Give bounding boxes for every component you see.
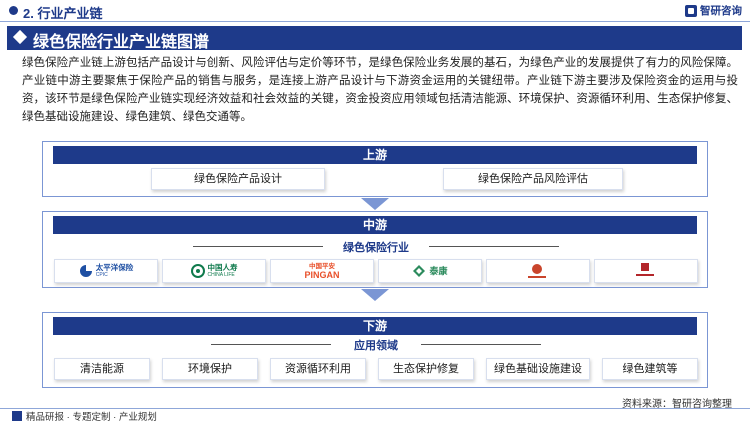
company-sub: CPIC	[95, 272, 108, 278]
brand: 智研咨询	[685, 3, 742, 18]
company-logo-picc	[594, 259, 698, 283]
cpic-logo-icon	[79, 265, 92, 277]
insurer-logo-icon	[527, 264, 546, 278]
footer: 精品研报 · 专题定制 · 产业规划	[12, 409, 157, 421]
subheading-rule	[193, 246, 323, 247]
top-bar: 2. 行业产业链 智研咨询	[0, 0, 750, 22]
midstream-subheading-text: 绿色保险行业	[343, 242, 409, 254]
brand-name: 智研咨询	[700, 5, 742, 17]
midstream-subheading: 绿色保险行业	[43, 239, 709, 255]
subheading-rule	[429, 246, 559, 247]
brand-logo-icon	[685, 4, 697, 17]
top-divider	[0, 21, 750, 22]
arrow-down-icon	[361, 289, 389, 301]
upstream-item: 绿色保险产品设计	[151, 168, 325, 190]
title-bar: 绿色保险行业产业链图谱	[7, 26, 742, 51]
downstream-heading: 下游	[53, 317, 697, 335]
upstream-panel: 上游 绿色保险产品设计 绿色保险产品风险评估	[42, 141, 708, 197]
company-name: 太平洋保险	[95, 263, 134, 272]
china-life-logo-icon	[190, 264, 205, 278]
application-item: 环境保护	[162, 358, 258, 380]
application-item: 生态保护修复	[378, 358, 474, 380]
midstream-heading: 中游	[53, 216, 697, 234]
company-sub: PINGAN	[304, 270, 340, 280]
company-name: 泰康	[429, 266, 448, 276]
company-logo-pingan: 中国平安 PINGAN	[270, 259, 374, 283]
company-logo-insurer	[486, 259, 590, 283]
company-sub: CHINA LIFE	[207, 272, 235, 278]
section-title: 2. 行业产业链	[23, 6, 103, 21]
application-item: 清洁能源	[54, 358, 150, 380]
subheading-rule	[211, 344, 331, 345]
footer-text: 精品研报 · 专题定制 · 产业规划	[26, 412, 157, 421]
application-item: 绿色基础设施建设	[486, 358, 590, 380]
downstream-subheading-text: 应用领域	[354, 340, 398, 352]
footer-square-icon	[12, 411, 22, 421]
taikang-logo-icon	[413, 265, 426, 277]
arrow-down-icon	[361, 198, 389, 210]
page-title: 绿色保险行业产业链图谱	[33, 34, 210, 51]
upstream-item: 绿色保险产品风险评估	[443, 168, 623, 190]
application-item: 资源循环利用	[270, 358, 366, 380]
application-item: 绿色建筑等	[602, 358, 698, 380]
diamond-icon	[12, 29, 28, 45]
company-name: 中国人寿	[207, 263, 238, 272]
company-logo-cpic: 太平洋保险 CPIC	[54, 259, 158, 283]
picc-logo-icon	[635, 263, 654, 276]
downstream-subheading: 应用领域	[43, 337, 709, 353]
section-dot-icon	[9, 6, 18, 15]
company-logo-taikang: 泰康	[378, 259, 482, 283]
company-logo-china-life: 中国人寿 CHINA LIFE	[162, 259, 266, 283]
upstream-heading: 上游	[53, 146, 697, 164]
midstream-panel: 中游 绿色保险行业 太平洋保险 CPIC 中国人寿 CHINA LIFE 中国平…	[42, 211, 708, 288]
subheading-rule	[421, 344, 541, 345]
intro-paragraph: 绿色保险产业链上游包括产品设计与创新、风险评估与定价等环节，是绿色保险业务发展的…	[22, 57, 738, 123]
downstream-panel: 下游 应用领域 清洁能源 环境保护 资源循环利用 生态保护修复 绿色基础设施建设…	[42, 312, 708, 388]
